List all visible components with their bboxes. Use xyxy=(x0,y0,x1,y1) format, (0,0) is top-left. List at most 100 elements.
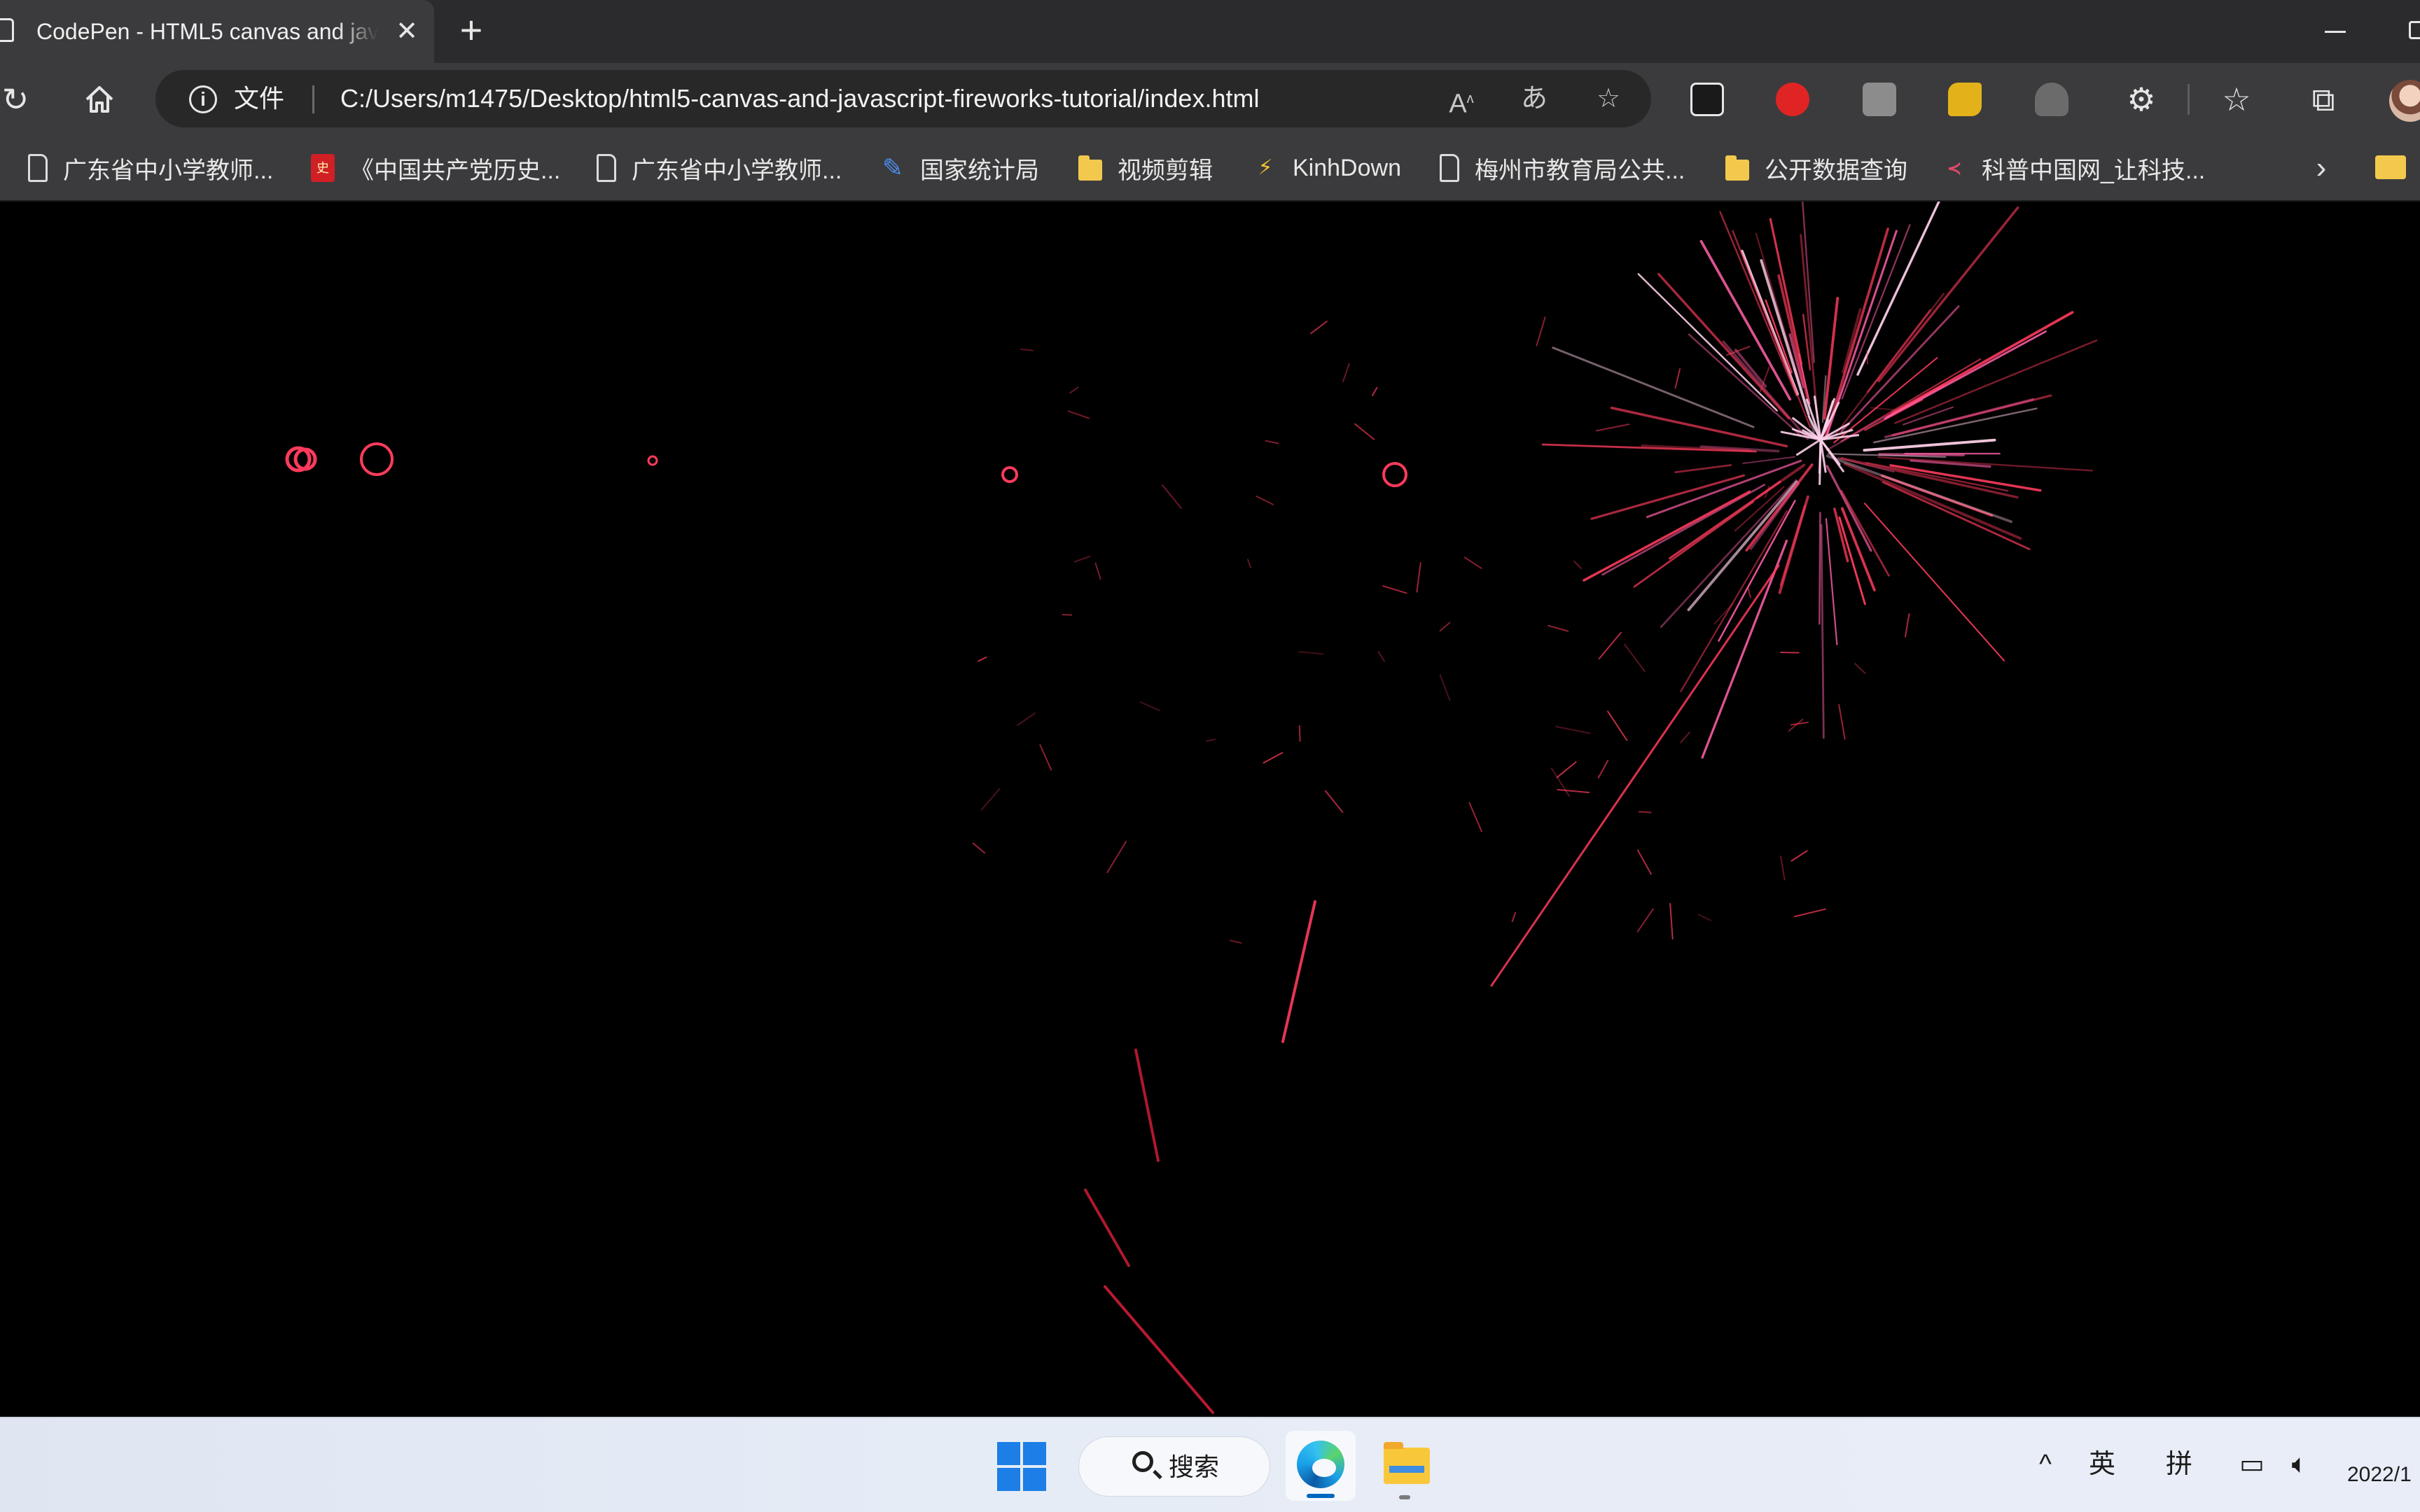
burst-core-spark xyxy=(1795,438,1822,456)
windows-logo-pane xyxy=(997,1468,1020,1491)
ember-spark xyxy=(1265,440,1279,444)
add-favorite-icon[interactable]: ☆ xyxy=(1591,83,1626,115)
ember-spark xyxy=(1790,850,1808,862)
bookmark-item[interactable]: 史 《中国共产党历史... xyxy=(311,148,560,188)
ember-spark xyxy=(1377,650,1385,662)
burst-spark xyxy=(1800,234,1819,418)
ember-spark xyxy=(1573,560,1582,570)
maximize-window-button[interactable] xyxy=(2409,21,2420,39)
burst-spark xyxy=(1863,438,1996,452)
ember-spark xyxy=(972,842,986,854)
ember-spark xyxy=(1747,587,1751,598)
ember-spark xyxy=(1597,760,1609,779)
bookmark-item[interactable]: 梅州市教育局公共... xyxy=(1440,148,1685,188)
ember-spark xyxy=(1020,348,1034,351)
address-bar[interactable]: i 文件 C:/Users/m1475/Desktop/html5-canvas… xyxy=(155,70,1651,127)
ember-spark xyxy=(1206,738,1216,742)
burst-spark xyxy=(1841,224,1911,400)
chevron-right-icon[interactable]: › xyxy=(2304,147,2339,189)
burst-spark xyxy=(1742,456,1796,465)
bookmark-label: 《中国共产党历史... xyxy=(350,157,561,184)
edge-taskbar-button[interactable] xyxy=(1286,1431,1356,1501)
bookmark-label: 公开数据查询 xyxy=(1765,157,1907,184)
launch-target-ring xyxy=(1382,462,1407,487)
ember-spark xyxy=(1094,562,1101,580)
refresh-icon[interactable]: ↻ xyxy=(0,78,36,120)
rocket-trail xyxy=(1134,1049,1160,1162)
ember-spark xyxy=(1854,663,1866,674)
bookmark-label: 广东省中小学教师... xyxy=(63,157,274,184)
burst-spark xyxy=(1894,340,2098,424)
burst-spark xyxy=(1601,484,1766,576)
fireworks-particles xyxy=(285,202,2098,1414)
translate-icon[interactable]: あ xyxy=(1517,83,1552,115)
ember-spark xyxy=(1263,752,1284,764)
new-tab-button[interactable]: + xyxy=(454,10,489,50)
tab-title: CodePen - HTML5 canvas and javascript fi… xyxy=(36,19,378,44)
site-info-icon[interactable]: i xyxy=(189,85,217,113)
taskbar: 搜索 ^ 英 拼 ▭ 🔈︎ 2022/1 xyxy=(0,1417,2420,1512)
extension-red-hand-icon[interactable] xyxy=(1776,83,1809,116)
burst-spark xyxy=(1819,512,1821,625)
burst-spark xyxy=(1891,311,2074,415)
extension-panda-icon[interactable] xyxy=(1690,83,1724,116)
home-icon-glyph xyxy=(85,86,113,113)
ember-spark xyxy=(1638,811,1652,813)
bookmark-item[interactable]: 广东省中小学教师... xyxy=(28,148,273,188)
extension-grey-icon[interactable] xyxy=(1863,83,1896,116)
document-icon xyxy=(597,154,616,182)
read-aloud-icon[interactable]: Aʌ xyxy=(1444,83,1479,119)
ember-spark xyxy=(1324,790,1344,813)
folder-icon xyxy=(1725,155,1749,181)
clock-date[interactable]: 2022/1 xyxy=(2347,1463,2412,1487)
ember-spark xyxy=(1382,585,1407,594)
show-hidden-icons-chevron-icon[interactable]: ^ xyxy=(2028,1443,2063,1485)
fireworks-drawing xyxy=(285,202,2098,1414)
bookmark-label: 国家统计局 xyxy=(920,157,1039,184)
party-history-icon: 史 xyxy=(311,154,335,182)
ime-mode-indicator[interactable]: 拼 xyxy=(2160,1443,2199,1485)
ember-spark xyxy=(1680,732,1690,743)
favorites-icon[interactable]: ☆ xyxy=(2216,78,2258,120)
file-explorer-taskbar-button[interactable] xyxy=(1370,1431,1440,1501)
start-button[interactable] xyxy=(997,1442,1049,1494)
volume-icon[interactable]: 🔈︎ xyxy=(2280,1443,2319,1485)
collections-icon[interactable]: ⧉ xyxy=(2302,78,2344,120)
ember-spark xyxy=(1697,913,1711,921)
windows-logo-pane xyxy=(1023,1442,1046,1465)
ember-spark xyxy=(1557,789,1590,794)
browser-tab-active[interactable]: CodePen - HTML5 canvas and javascript fi… xyxy=(0,0,434,63)
fireworks-canvas[interactable] xyxy=(0,202,2420,1417)
ime-language-indicator[interactable]: 英 xyxy=(2082,1443,2122,1485)
burst-spark xyxy=(1802,202,1815,363)
home-icon[interactable] xyxy=(78,78,120,120)
ember-spark xyxy=(978,656,987,662)
other-favorites-folder-icon[interactable] xyxy=(2375,155,2406,179)
bookmark-item[interactable]: ✎ 国家统计局 xyxy=(881,148,1039,188)
launch-target-ring xyxy=(360,442,394,476)
ember-spark xyxy=(1905,612,1910,638)
taskbar-search[interactable]: 搜索 xyxy=(1078,1436,1270,1497)
bookmark-item[interactable]: ≺ 科普中国网_让科技... xyxy=(1942,148,2205,188)
bookmark-item[interactable]: 视频剪辑 xyxy=(1078,148,1213,188)
burst-spark xyxy=(1674,464,1732,474)
launch-target-ring xyxy=(1001,466,1018,483)
minimize-window-button[interactable] xyxy=(2318,15,2353,48)
bookmark-item[interactable]: 广东省中小学教师... xyxy=(597,148,842,188)
extensions-puzzle-icon[interactable]: ⚙ xyxy=(2120,78,2162,120)
ember-spark xyxy=(1463,556,1482,569)
extension-yellow-icon[interactable] xyxy=(1948,83,1982,116)
folder-icon xyxy=(1384,1442,1430,1484)
ember-spark xyxy=(1607,710,1628,741)
ember-spark xyxy=(1139,701,1160,712)
kinhdown-icon: ⚡ xyxy=(1258,156,1273,179)
bookmark-item[interactable]: 公开数据查询 xyxy=(1725,148,1907,188)
bookmark-item[interactable]: ⚡ KinhDown xyxy=(1253,148,1401,188)
ember-spark xyxy=(1547,624,1569,632)
search-label: 搜索 xyxy=(1169,1452,1220,1481)
url-text[interactable]: C:/Users/m1475/Desktop/html5-canvas-and-… xyxy=(340,83,1259,115)
extension-mask-icon[interactable] xyxy=(2035,83,2068,116)
profile-avatar[interactable] xyxy=(2389,80,2420,122)
close-tab-icon[interactable]: ✕ xyxy=(392,17,422,46)
network-icon[interactable]: ▭ xyxy=(2232,1443,2272,1485)
